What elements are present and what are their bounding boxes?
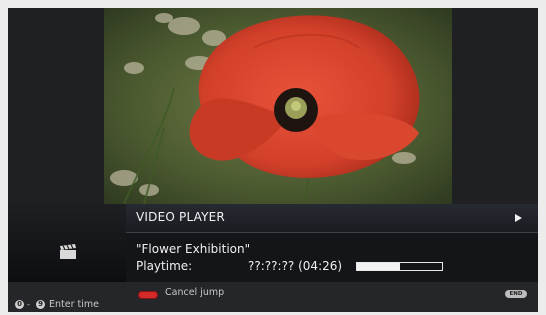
number-key-0-icon: 0 bbox=[15, 300, 24, 309]
playtime-value: ??:??:?? (04:26) bbox=[248, 259, 343, 273]
player-title: VIDEO PLAYER bbox=[136, 210, 225, 224]
end-key-icon[interactable]: END bbox=[505, 290, 527, 298]
progress-fill bbox=[357, 263, 400, 270]
media-type-panel bbox=[8, 204, 126, 282]
number-key-9-icon: 9 bbox=[36, 300, 45, 309]
play-icon[interactable] bbox=[515, 214, 522, 222]
tv-screen: VIDEO PLAYER "Flower Exhibition" Playtim… bbox=[8, 8, 538, 312]
playback-progress-bar bbox=[356, 262, 443, 271]
playtime-label: Playtime: bbox=[136, 259, 193, 273]
range-dash: - bbox=[27, 300, 30, 309]
video-frame-image bbox=[104, 8, 452, 204]
info-panel: VIDEO PLAYER "Flower Exhibition" Playtim… bbox=[8, 204, 538, 282]
title-bar: VIDEO PLAYER bbox=[126, 204, 538, 233]
help-bar: Cancel jump 0 - 9 Enter time END bbox=[8, 282, 538, 312]
clapperboard-icon bbox=[60, 244, 76, 259]
video-area bbox=[8, 8, 538, 204]
cancel-jump-label: Cancel jump bbox=[165, 287, 225, 298]
red-key-icon[interactable] bbox=[138, 291, 158, 299]
clip-name: "Flower Exhibition" bbox=[136, 242, 251, 256]
enter-time-label: Enter time bbox=[49, 299, 99, 310]
